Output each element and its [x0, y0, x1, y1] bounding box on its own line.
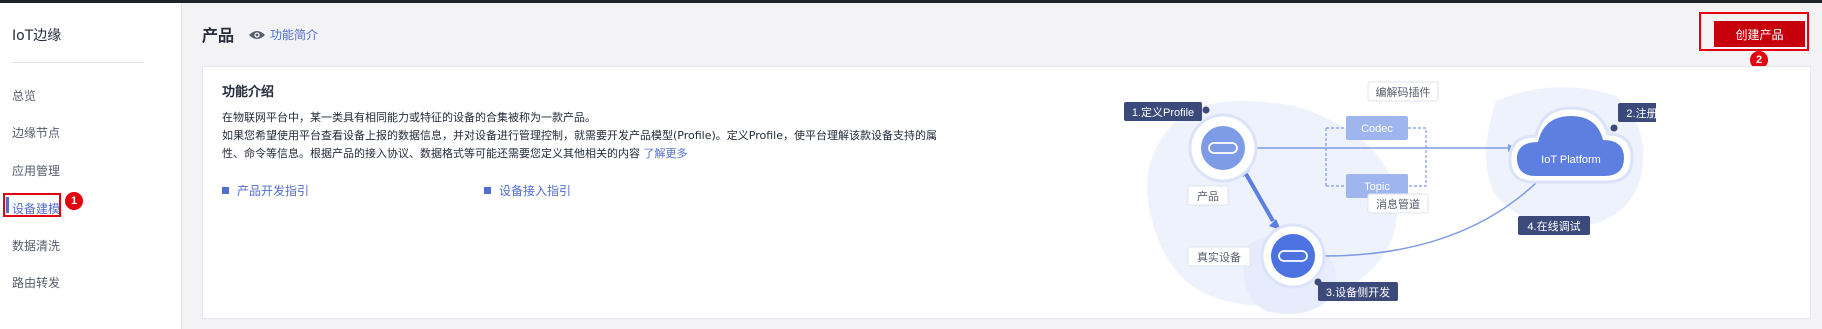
device-access-guide-label: 设备接入指引: [499, 184, 572, 198]
desc-line-1: 在物联网平台中，某一类具有相同能力或特征的设备的合集被称为一款产品。: [222, 111, 596, 124]
step1-label: 1.定义Profile: [1132, 105, 1194, 119]
sidebar-item-data-cleaning[interactable]: 数据清洗: [12, 237, 60, 254]
desc-line-2: 如果您希望使用平台查看设备上报的数据信息，并对设备进行管理控制，就需要开发产品模…: [222, 129, 937, 142]
page-title: 产品: [202, 26, 235, 45]
product-node: [1201, 126, 1245, 170]
sidebar-item-routing[interactable]: 路由转发: [12, 274, 60, 291]
real-device-label: 真实设备: [1197, 250, 1241, 264]
top-bar: [0, 0, 1822, 3]
feature-intro-label: 功能简介: [270, 28, 319, 42]
step2-label: 2.注册设备: [1626, 106, 1656, 120]
step-badge-1: 1: [65, 192, 83, 210]
step3-label: 3.设备侧开发: [1326, 285, 1390, 299]
product-label: 产品: [1197, 189, 1219, 203]
codec-plugin-label: 编解码插件: [1376, 85, 1431, 99]
workflow-diagram: Codec Topic IoT Platform 1.定义Profile 2.注…: [1124, 81, 1656, 315]
device-access-guide-link[interactable]: 设备接入指引: [484, 182, 571, 199]
codec-label: Codec: [1361, 123, 1393, 135]
sidebar: IoT边缘 总览 边缘节点 应用管理 设备建模 数据清洗 路由转发: [0, 3, 182, 329]
topic-label: Topic: [1364, 181, 1390, 193]
card-title: 功能介绍: [222, 85, 275, 100]
sidebar-divider: [12, 62, 144, 63]
product-dev-guide-link[interactable]: 产品开发指引: [222, 182, 309, 199]
node-dot: [1610, 124, 1618, 132]
msg-pipe-label: 消息管道: [1376, 197, 1420, 211]
sidebar-item-edge-nodes[interactable]: 边缘节点: [12, 124, 60, 141]
bullet-square-icon: [222, 187, 229, 194]
dashed-connector: [1408, 127, 1427, 187]
create-product-button[interactable]: 创建产品: [1714, 21, 1805, 47]
learn-more-link[interactable]: 了解更多: [644, 147, 688, 160]
card-description: 在物联网平台中，某一类具有相同能力或特征的设备的合集被称为一款产品。 如果您希望…: [222, 109, 1012, 163]
platform-label: IoT Platform: [1541, 154, 1601, 166]
desc-line-3-text: 性、命令等信息。根据产品的接入协议、数据格式等可能还需要您定义其他相关的内容: [222, 147, 640, 160]
node-dot: [1202, 106, 1210, 114]
sidebar-app-title: IoT边缘: [12, 28, 62, 44]
step4-label: 4.在线调试: [1527, 219, 1580, 233]
bullet-square-icon: [484, 187, 491, 194]
real-device-node: [1271, 234, 1315, 278]
eye-icon: [249, 30, 265, 39]
feature-intro-link[interactable]: 功能简介: [248, 26, 318, 43]
sidebar-item-app-management[interactable]: 应用管理: [12, 162, 60, 179]
sidebar-item-overview[interactable]: 总览: [12, 87, 36, 104]
product-dev-guide-label: 产品开发指引: [237, 184, 310, 198]
device-modeling-highlight: [3, 193, 61, 217]
desc-line-3: 性、命令等信息。根据产品的接入协议、数据格式等可能还需要您定义其他相关的内容 了…: [222, 145, 1012, 163]
